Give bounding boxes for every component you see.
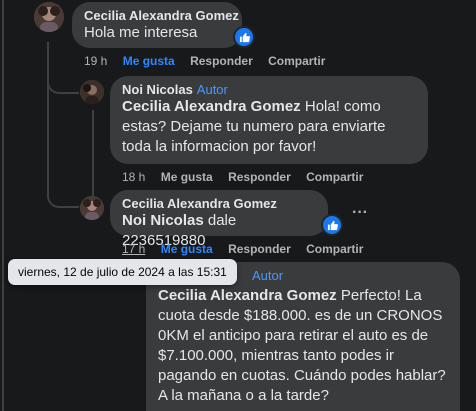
reply-button[interactable]: Responder bbox=[190, 54, 253, 68]
avatar-image bbox=[34, 2, 64, 32]
mention-link[interactable]: Noi Nicolas bbox=[122, 212, 204, 229]
comment-bubble: Cecilia Alexandra Gomez Hola me interesa bbox=[72, 2, 242, 48]
share-button[interactable]: Compartir bbox=[306, 170, 363, 184]
share-button[interactable]: Compartir bbox=[306, 242, 363, 256]
comment-author[interactable]: Cecilia Alexandra Gomez bbox=[84, 8, 239, 23]
comment-time[interactable]: 17 h bbox=[122, 242, 145, 256]
like-button[interactable]: Me gusta bbox=[123, 54, 175, 68]
thread-line-curve bbox=[47, 190, 79, 208]
like-reaction-icon[interactable] bbox=[321, 214, 343, 236]
timestamp-tooltip: viernes, 12 de julio de 2024 a las 15:31 bbox=[8, 259, 237, 285]
like-button[interactable]: Me gusta bbox=[161, 242, 213, 256]
comment-text: Hola me interesa bbox=[84, 24, 198, 41]
comment-text: Cecilia Alexandra Gomez Hola! como estas… bbox=[122, 97, 416, 157]
share-button[interactable]: Compartir bbox=[268, 54, 325, 68]
thread-line-branch bbox=[47, 66, 79, 94]
author-badge: Autor bbox=[252, 268, 284, 283]
thread-line-nested bbox=[92, 110, 94, 200]
like-reaction-icon[interactable] bbox=[233, 26, 255, 48]
comment-bubble: Cecilia Alexandra Gomez Noi Nicolas dale… bbox=[110, 190, 328, 249]
avatar[interactable] bbox=[34, 2, 64, 32]
comment-text: Cecilia Alexandra Gomez Perfecto! La cuo… bbox=[158, 286, 448, 406]
avatar[interactable] bbox=[80, 196, 104, 220]
avatar-image bbox=[80, 80, 104, 104]
comment-author[interactable]: Cecilia Alexandra Gomez bbox=[122, 196, 316, 211]
thread-line bbox=[47, 42, 49, 192]
mention-link[interactable]: Cecilia Alexandra Gomez bbox=[158, 287, 337, 304]
comment-actions: 19 h Me gusta Responder Compartir bbox=[84, 54, 337, 68]
more-options-icon[interactable]: ··· bbox=[352, 204, 368, 222]
reply-button[interactable]: Responder bbox=[228, 170, 291, 184]
reply-button[interactable]: Responder bbox=[228, 242, 291, 256]
author-badge: Autor bbox=[196, 82, 228, 97]
thread-line-outer bbox=[2, 0, 4, 411]
comment-time[interactable]: 18 h bbox=[122, 170, 145, 184]
mention-link[interactable]: Cecilia Alexandra Gomez bbox=[122, 98, 301, 115]
like-button[interactable]: Me gusta bbox=[161, 170, 213, 184]
comment-actions: 17 h Me gusta Responder Compartir bbox=[122, 242, 375, 256]
avatar-image bbox=[80, 196, 104, 220]
comment-time[interactable]: 19 h bbox=[84, 54, 107, 68]
comment-body: Perfecto! La cuota desde $188.000. es de… bbox=[158, 287, 446, 404]
comment-actions: 18 h Me gusta Responder Compartir bbox=[122, 170, 375, 184]
comment-author[interactable]: Noi Nicolas bbox=[122, 82, 193, 97]
comment-bubble: Noi Nicolas Autor Cecilia Alexandra Gomez… bbox=[110, 76, 428, 164]
avatar[interactable] bbox=[80, 80, 104, 104]
